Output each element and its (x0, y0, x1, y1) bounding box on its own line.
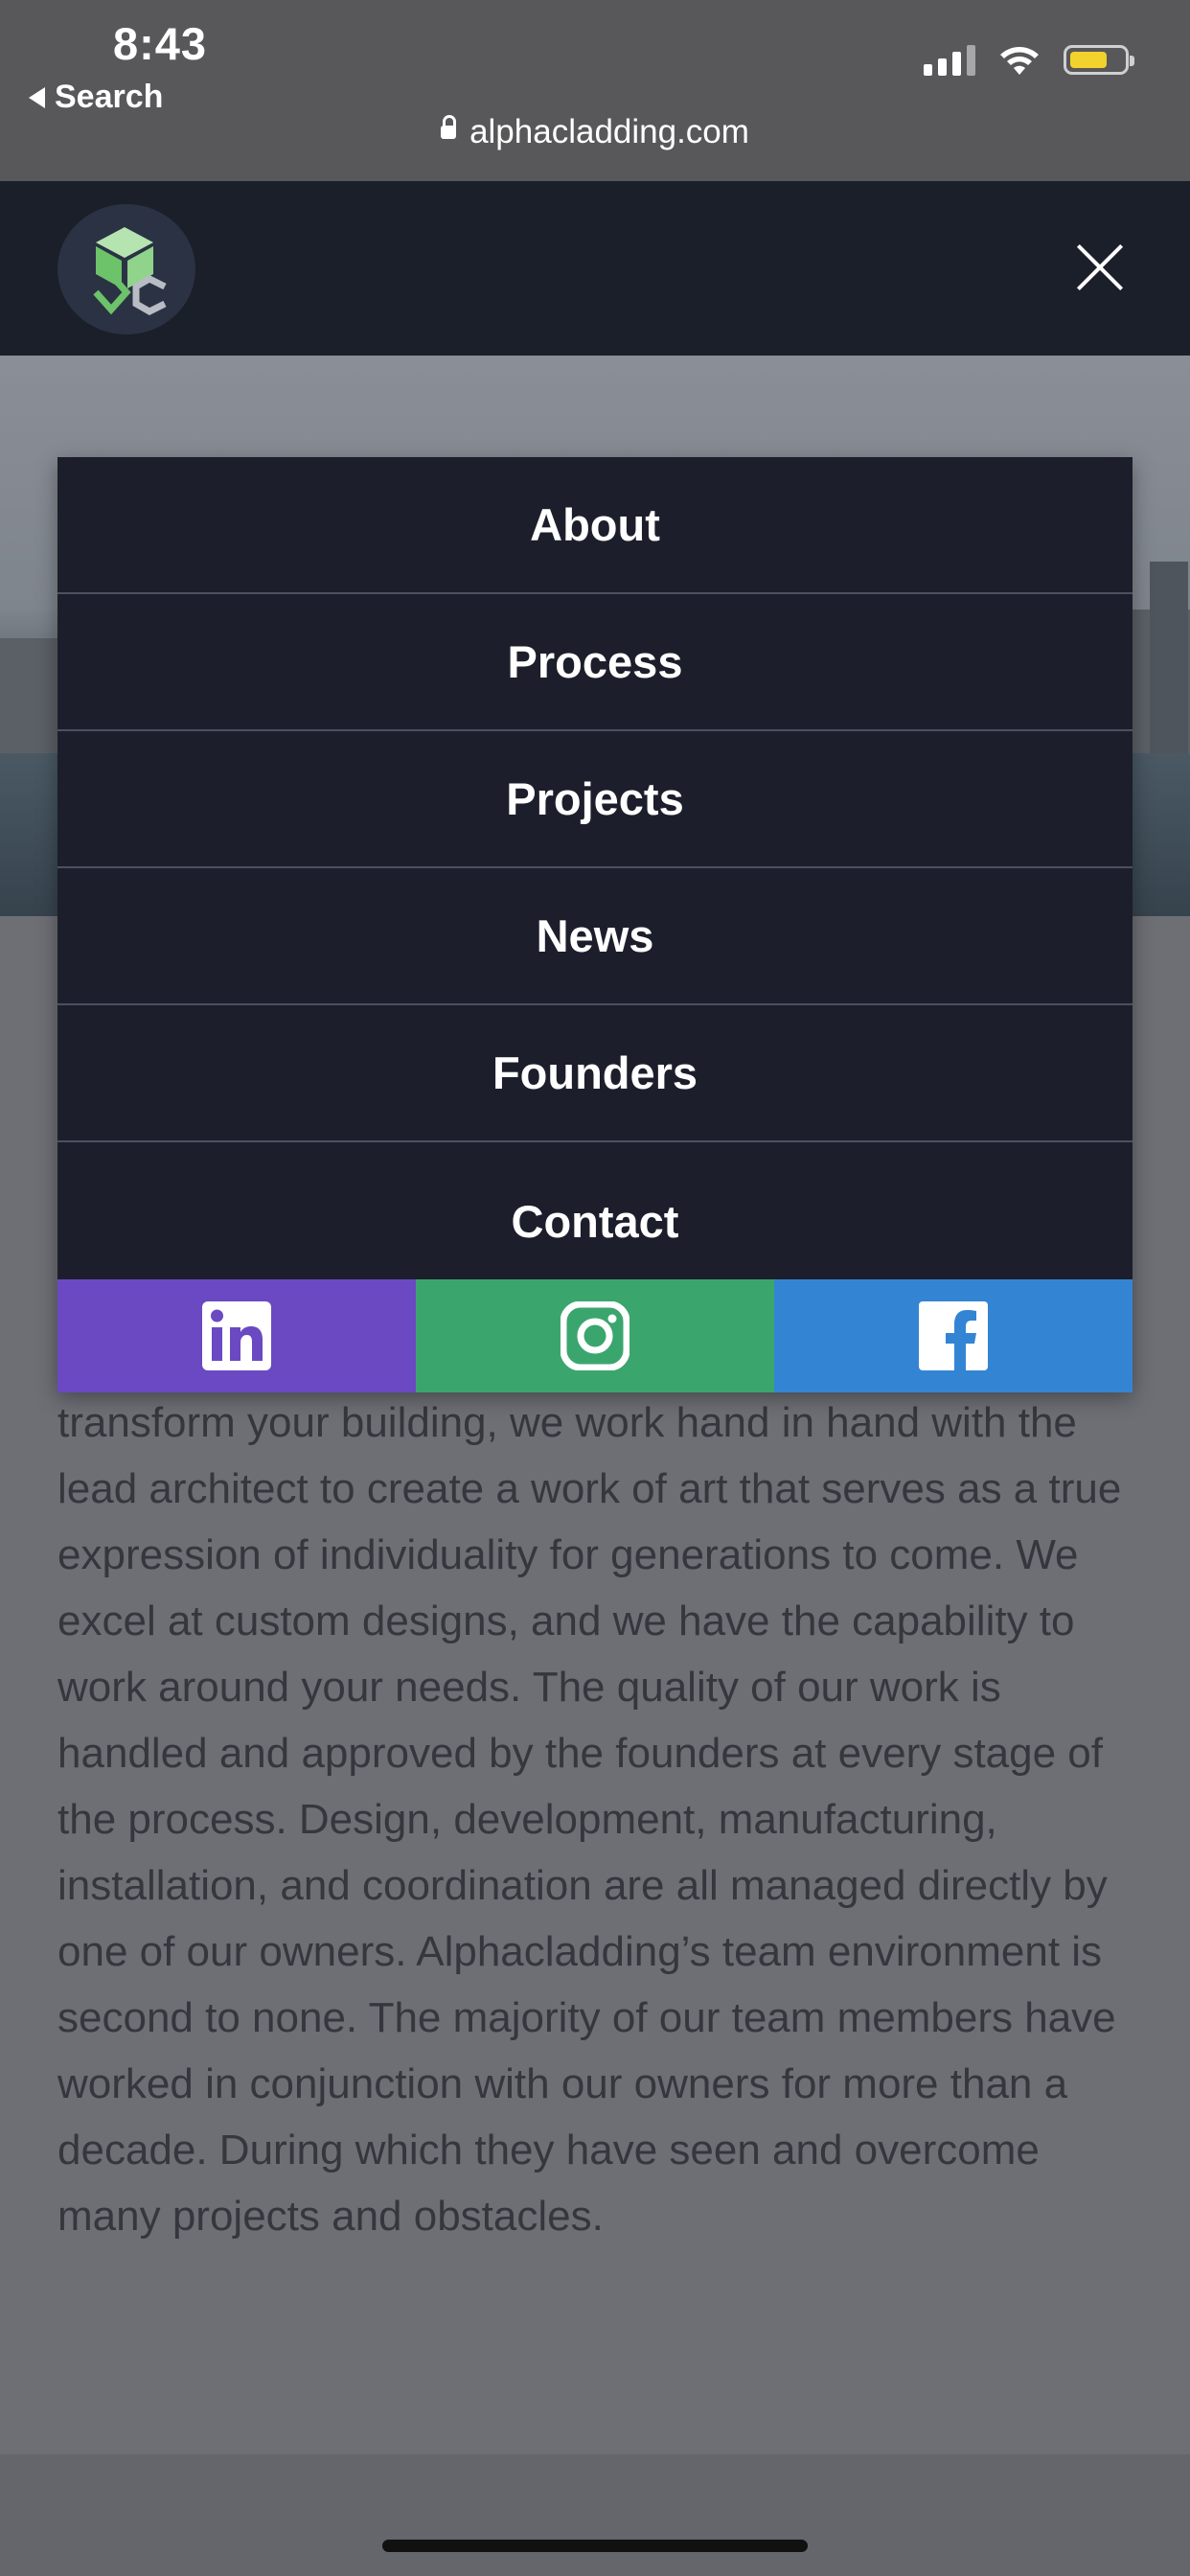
cellular-signal-icon (924, 43, 975, 76)
address-bar[interactable]: alphacladding.com (0, 113, 1190, 151)
alphacladding-logo-icon[interactable] (57, 204, 195, 334)
back-to-search-button[interactable]: Search (29, 79, 163, 116)
menu-item-contact[interactable]: Contact (57, 1142, 1133, 1279)
footer-band (0, 2454, 1190, 2576)
menu-item-process[interactable]: Process (57, 594, 1133, 731)
lock-icon (441, 114, 457, 139)
status-time: 8:43 (113, 18, 208, 69)
facebook-button[interactable] (774, 1279, 1133, 1392)
url-text: alphacladding.com (469, 113, 749, 150)
menu-item-news[interactable]: News (57, 868, 1133, 1005)
battery-icon (1064, 44, 1134, 75)
ios-status-bar: 8:43 Search alphacladding.com (0, 0, 1190, 181)
back-label: Search (55, 79, 164, 115)
about-paragraph: transform your building, we work hand in… (57, 1399, 1122, 2240)
system-icons (924, 42, 1134, 77)
linkedin-icon (202, 1301, 271, 1370)
instagram-icon (561, 1301, 629, 1370)
back-arrow-icon (29, 86, 45, 108)
menu-item-founders[interactable]: Founders (57, 1005, 1133, 1142)
home-indicator[interactable] (382, 2540, 808, 2552)
nav-menu: About Process Projects News Founders Con… (57, 457, 1133, 1392)
facebook-icon (919, 1301, 988, 1370)
instagram-button[interactable] (416, 1279, 774, 1392)
menu-item-about[interactable]: About (57, 457, 1133, 594)
menu-item-projects[interactable]: Projects (57, 731, 1133, 868)
site-header (0, 181, 1190, 356)
wifi-icon (1000, 47, 1039, 75)
close-icon[interactable] (1077, 244, 1123, 290)
social-links (57, 1279, 1133, 1392)
linkedin-button[interactable] (57, 1279, 416, 1392)
